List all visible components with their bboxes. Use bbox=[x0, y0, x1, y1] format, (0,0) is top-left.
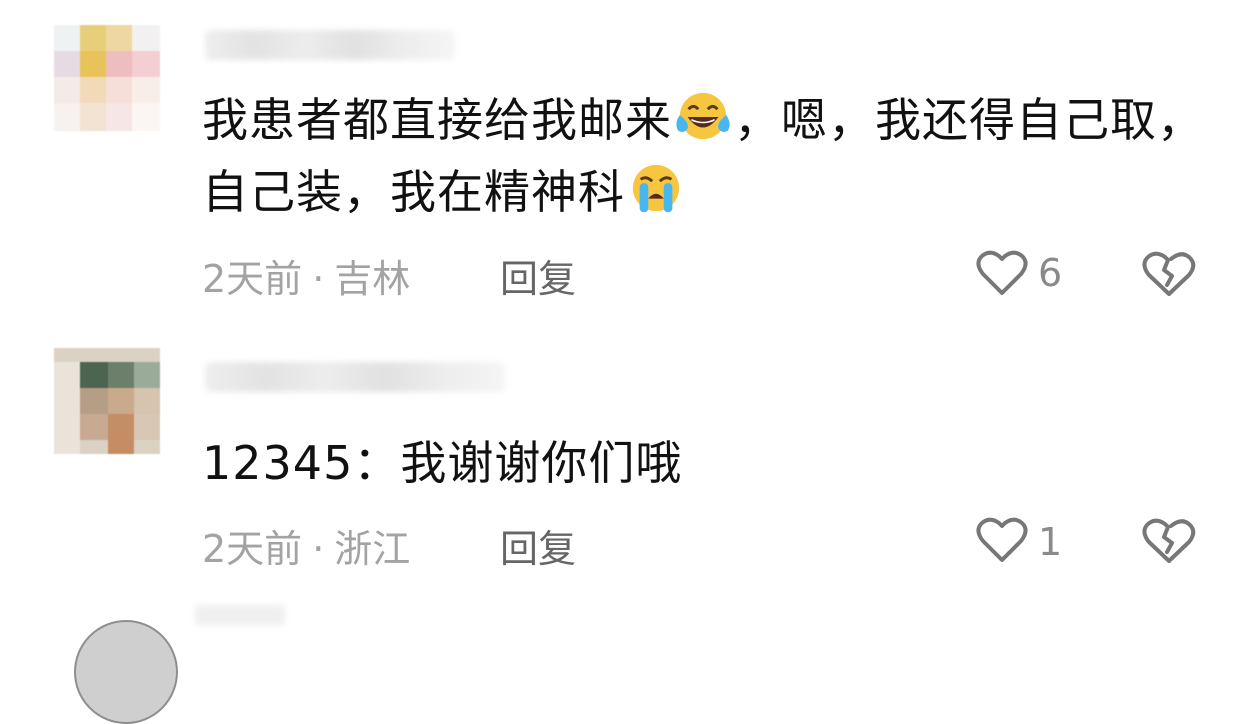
comment-item: 12345：我谢谢你们哦 2天前 · 浙江 回复 1 bbox=[0, 330, 1260, 580]
comment-item: 我患者都直接给我邮来 ，嗯，我还得自己取，自己装，我在精神科 2天前 · 吉林 回复… bbox=[0, 0, 1260, 320]
meta-separator: · bbox=[312, 527, 325, 571]
avatar[interactable] bbox=[54, 25, 160, 131]
reply-button[interactable]: 回复 bbox=[500, 248, 576, 303]
reply-button[interactable]: 回复 bbox=[500, 518, 576, 573]
loudly-crying-emoji-icon bbox=[632, 164, 680, 213]
comment-meta: 2天前 · 吉林 bbox=[202, 248, 410, 303]
avatar[interactable] bbox=[54, 348, 160, 454]
comment-text: 12345：我谢谢你们哦 bbox=[202, 436, 683, 490]
laughing-crying-emoji-icon bbox=[676, 92, 730, 140]
like-count: 6 bbox=[1038, 251, 1063, 295]
avatar[interactable] bbox=[74, 620, 178, 724]
comment-item-partial bbox=[0, 600, 1260, 724]
meta-separator: · bbox=[312, 257, 325, 301]
comment-text-part: 我患者都直接给我邮来 bbox=[202, 93, 672, 147]
username-blurred[interactable] bbox=[205, 362, 505, 392]
comment-location: 吉林 bbox=[334, 257, 411, 301]
heart-outline-icon[interactable] bbox=[975, 248, 1029, 298]
heart-outline-icon[interactable] bbox=[975, 515, 1029, 565]
comment-time: 2天前 bbox=[202, 527, 303, 571]
comment-text: 我患者都直接给我邮来 ，嗯，我还得自己取，自己装，我在精神科 bbox=[202, 84, 1212, 228]
broken-heart-icon[interactable] bbox=[1140, 248, 1198, 300]
comment-time: 2天前 bbox=[202, 257, 303, 301]
username-blurred[interactable] bbox=[205, 30, 455, 60]
username-blurred[interactable] bbox=[195, 605, 285, 625]
comment-meta: 2天前 · 浙江 bbox=[202, 518, 410, 573]
like-count: 1 bbox=[1038, 520, 1063, 564]
comment-location: 浙江 bbox=[334, 527, 411, 571]
broken-heart-icon[interactable] bbox=[1140, 515, 1198, 567]
